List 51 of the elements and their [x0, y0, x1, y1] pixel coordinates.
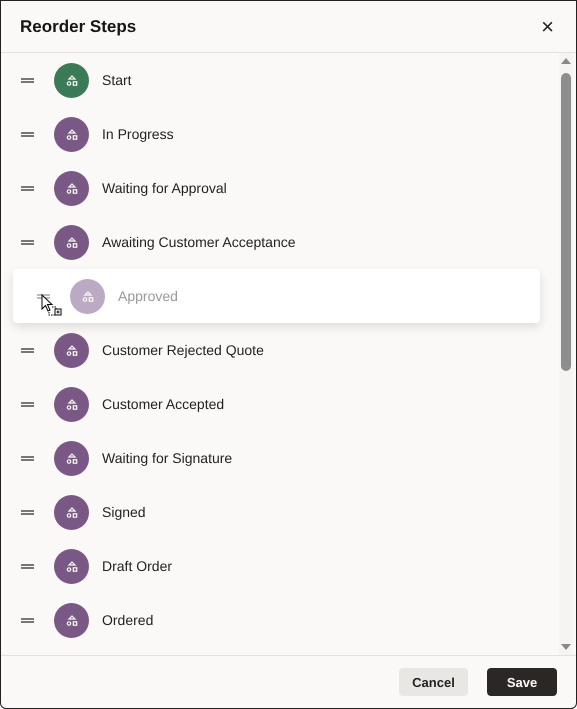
save-button[interactable]: Save [487, 668, 557, 696]
close-button[interactable]: × [539, 16, 556, 38]
step-row[interactable]: Waiting for Approval [1, 161, 576, 215]
drag-handle-icon[interactable] [21, 186, 34, 190]
workflow-icon [66, 344, 78, 356]
workflow-icon [66, 614, 78, 626]
step-label: In Progress [102, 126, 174, 142]
step-label: Ordered [102, 612, 154, 628]
step-label: Customer Accepted [102, 396, 224, 412]
step-label: Signed [102, 504, 146, 520]
step-label: Awaiting Customer Acceptance [102, 234, 296, 250]
workflow-icon [66, 506, 78, 518]
step-label: Waiting for Approval [102, 180, 227, 196]
workflow-icon [66, 452, 78, 464]
drag-cursor-icon [41, 294, 63, 316]
step-label: Draft Order [102, 558, 172, 574]
scroll-down-icon[interactable] [560, 643, 572, 651]
step-row[interactable]: Awaiting Customer Acceptance [1, 215, 576, 269]
workflow-icon [66, 74, 78, 86]
drag-handle-icon[interactable] [21, 132, 34, 136]
workflow-icon [66, 182, 78, 194]
step-label: Customer Rejected Quote [102, 342, 264, 358]
cancel-button[interactable]: Cancel [399, 668, 468, 696]
drag-handle-icon[interactable] [21, 402, 34, 406]
workflow-icon [66, 398, 78, 410]
step-label: Start [102, 72, 132, 88]
drag-handle-icon[interactable] [21, 456, 34, 460]
workflow-icon [82, 290, 94, 302]
drag-handle-icon[interactable] [21, 348, 34, 352]
step-row[interactable]: In Progress [1, 107, 576, 161]
step-row[interactable]: Signed [1, 485, 576, 539]
workflow-icon [66, 236, 78, 248]
scroll-up-icon[interactable] [560, 57, 572, 65]
drag-handle-icon[interactable] [21, 510, 34, 514]
step-row[interactable]: Customer Accepted [1, 377, 576, 431]
step-label: Approved [118, 288, 178, 304]
drag-handle-icon[interactable] [21, 240, 34, 244]
step-row[interactable]: Ordered [1, 593, 576, 647]
scrollbar-thumb[interactable] [561, 73, 571, 371]
drag-handle-icon[interactable] [21, 78, 34, 82]
step-row[interactable]: Customer Rejected Quote [1, 323, 576, 377]
step-row[interactable]: Waiting for Signature [1, 431, 576, 485]
dialog-title: Reorder Steps [20, 16, 136, 36]
step-row[interactable]: Start [1, 53, 576, 107]
drag-handle-icon[interactable] [21, 564, 34, 568]
drag-handle-icon[interactable] [21, 618, 34, 622]
workflow-icon [66, 128, 78, 140]
step-label: Waiting for Signature [102, 450, 232, 466]
step-row[interactable]: Draft Order [1, 539, 576, 593]
scrollbar[interactable] [559, 53, 573, 655]
workflow-icon [66, 560, 78, 572]
